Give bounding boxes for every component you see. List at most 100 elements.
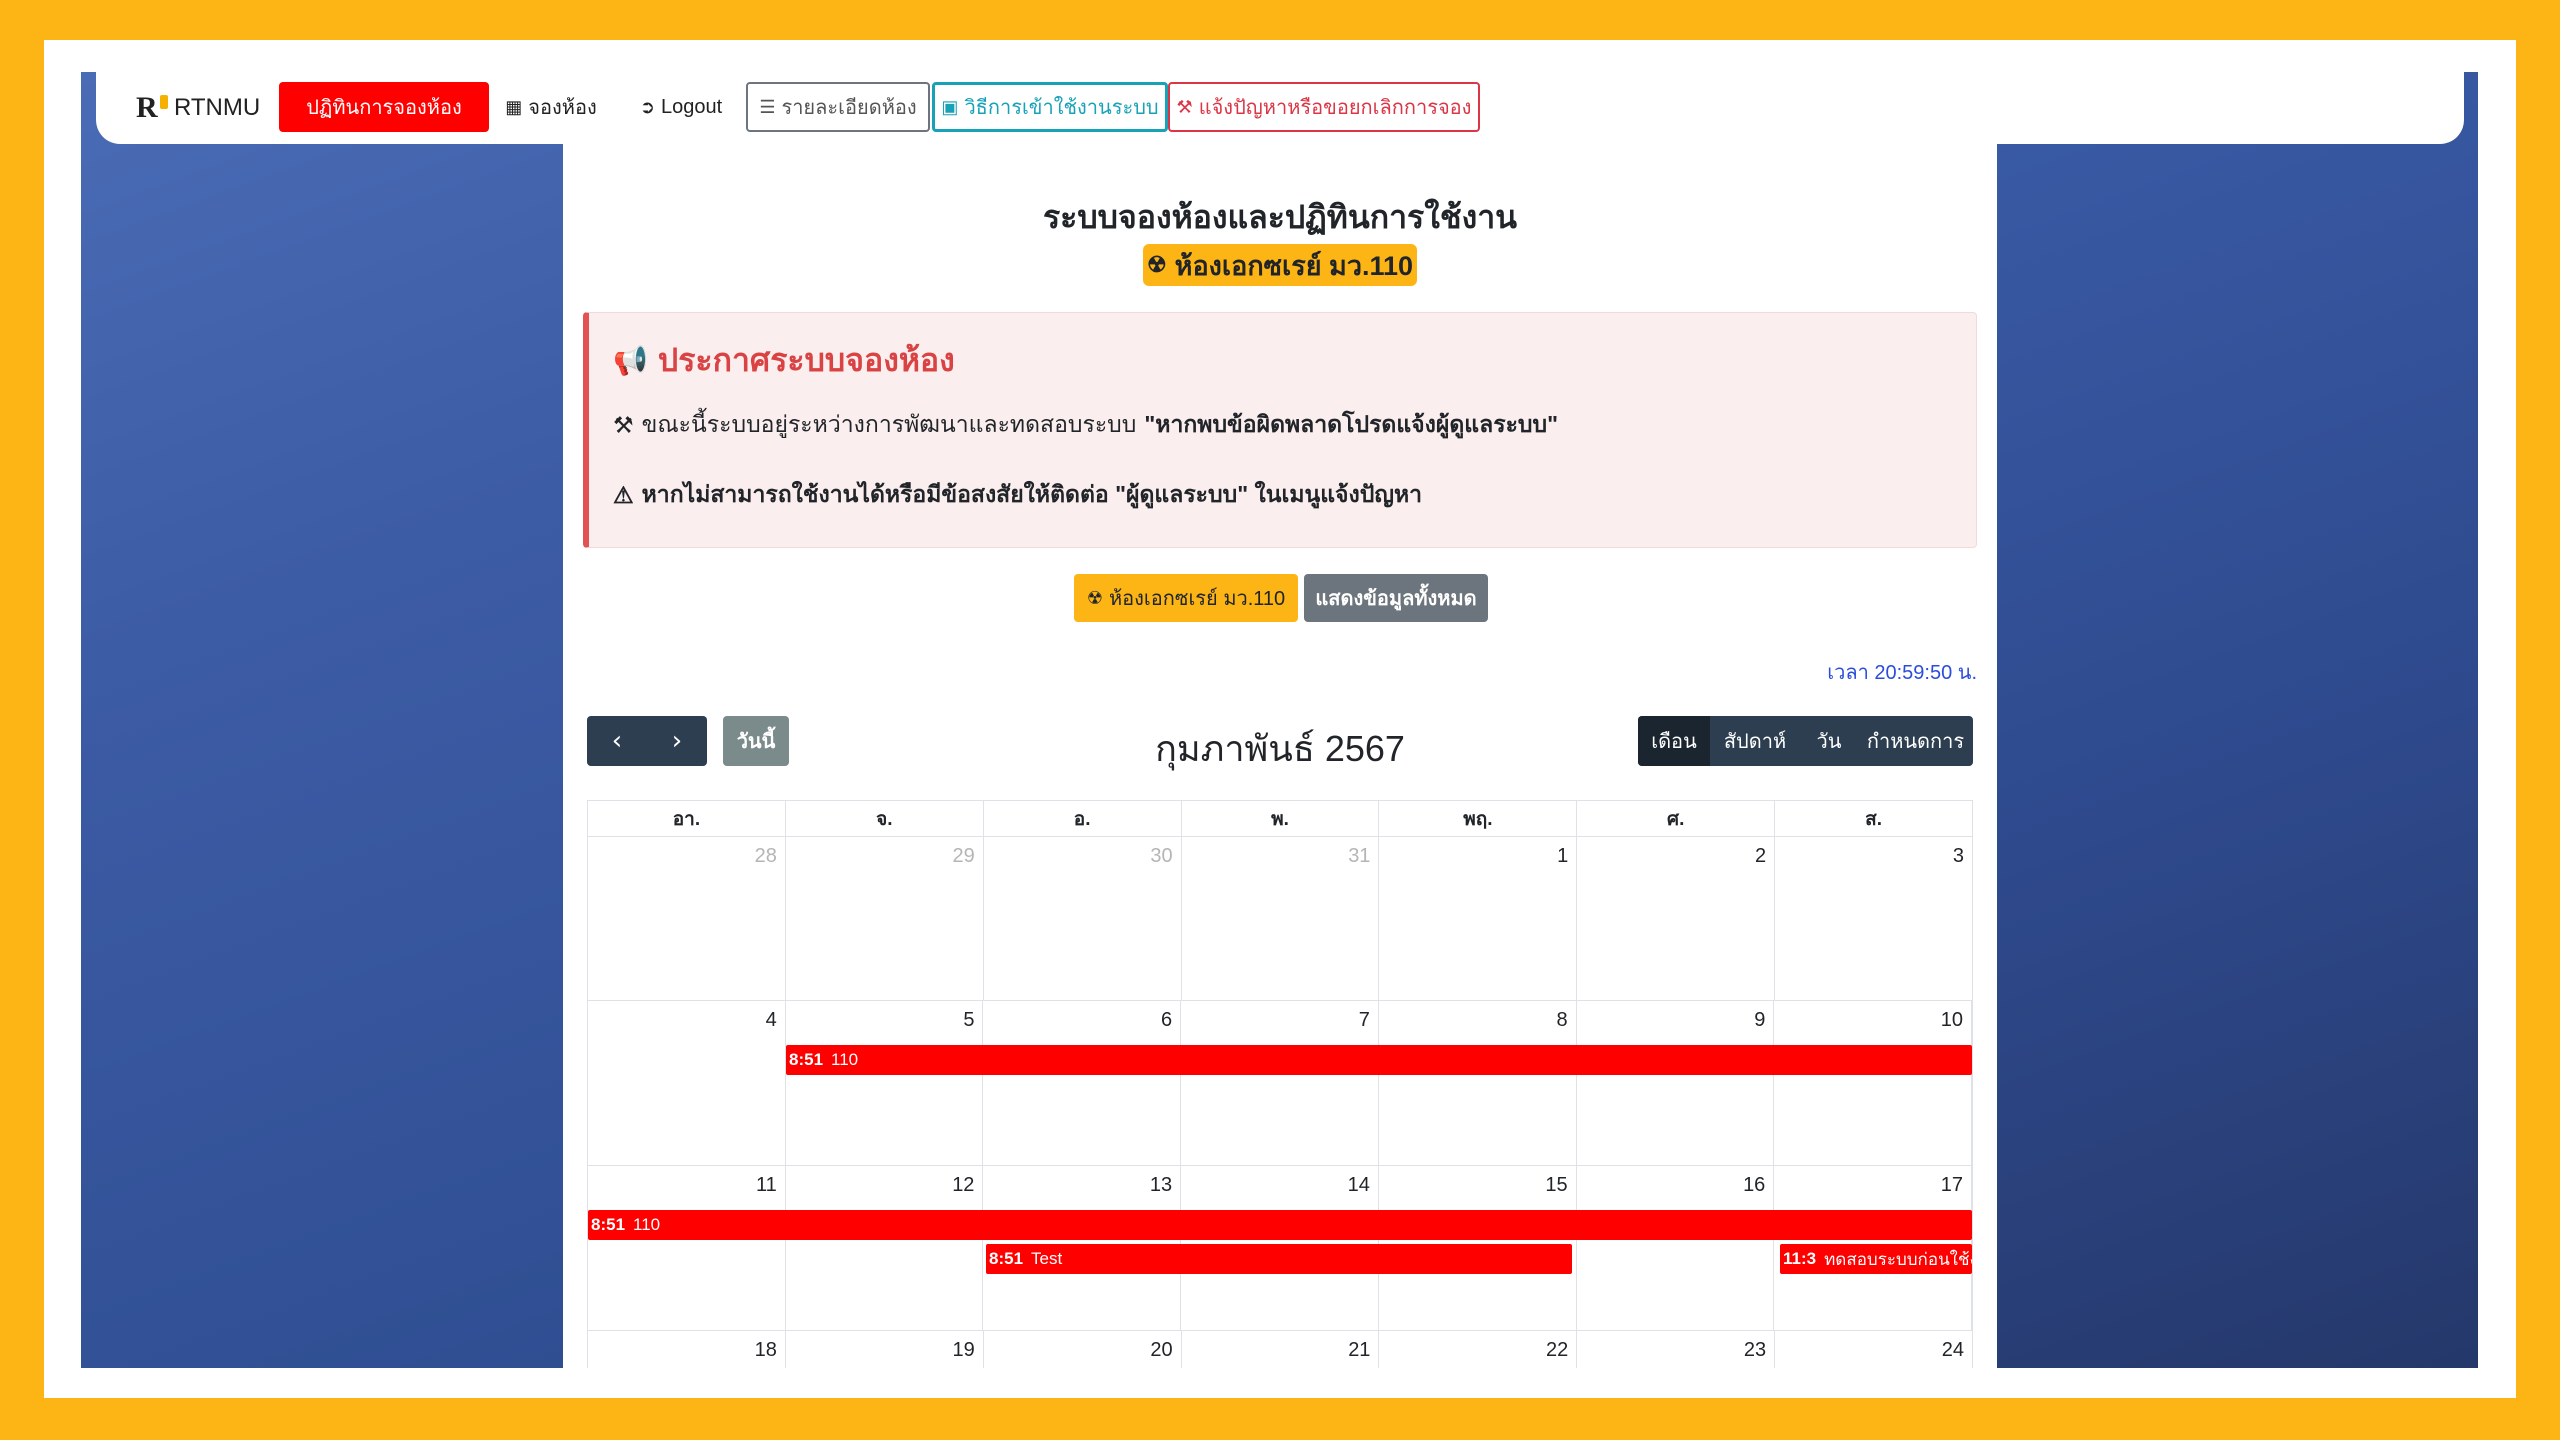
announcement-title: 📢 ประกาศระบบจองห้อง: [613, 335, 955, 386]
weekday-header-cell: ศ.: [1577, 801, 1776, 836]
nav-report-button[interactable]: ⚒ แจ้งปัญหาหรือขอยกเลิกการจอง: [1168, 82, 1480, 132]
nav-calendar-button[interactable]: ปฏิทินการจองห้อง: [279, 82, 489, 132]
background-left-panel: [81, 72, 563, 1368]
brand-logo-icon: R: [136, 91, 168, 125]
filter-show-all-label: แสดงข้อมูลทั้งหมด: [1315, 588, 1477, 610]
event-time: 11:3: [1783, 1249, 1817, 1268]
room-badge-label: ห้องเอกซเรย์ มว.110: [1174, 250, 1414, 281]
nav-logout-button[interactable]: ➲ Logout: [630, 82, 732, 132]
clock-readout: เวลา 20:59:50 น.: [1827, 662, 1977, 684]
calendar-grid: อา. จ. อ. พ. พฤ. ศ. ส. 28 29 30 31 1 2 3…: [587, 800, 1973, 1368]
view-week-button[interactable]: สัปดาห์: [1710, 716, 1800, 766]
nav-logout-label: Logout: [660, 95, 723, 118]
day-number: 3: [1952, 845, 1965, 867]
book-icon: ▣: [941, 97, 959, 117]
calendar-day-cell[interactable]: 28: [588, 837, 786, 1000]
radiation-icon: ☢: [1086, 588, 1103, 608]
day-number: 15: [1545, 1174, 1568, 1196]
announcement-title-text: ประกาศระบบจองห้อง: [657, 342, 955, 378]
calendar-day-cell[interactable]: 20: [984, 1331, 1182, 1368]
weekday-header-cell: พ.: [1182, 801, 1380, 836]
warning-icon: ⚠: [613, 481, 634, 508]
background-right-panel: [1997, 72, 2478, 1368]
view-agenda-button[interactable]: กำหนดการ: [1858, 716, 1973, 766]
day-number: 6: [1161, 1009, 1173, 1031]
calendar-week-row: 18 19 20 21 22 23 24: [587, 1331, 1973, 1368]
filter-room-label: ห้องเอกซเรย์ มว.110: [1108, 588, 1286, 610]
calendar-day-cell[interactable]: 12: [786, 1166, 984, 1330]
calendar-day-cell[interactable]: 23: [1577, 1331, 1776, 1368]
filter-show-all-button[interactable]: แสดงข้อมูลทั้งหมด: [1304, 574, 1488, 622]
calendar-day-cell[interactable]: 10: [1774, 1001, 1973, 1165]
room-badge: ☢ ห้องเอกซเรย์ มว.110: [1143, 244, 1417, 286]
calendar-day-cell[interactable]: 6: [983, 1001, 1182, 1165]
day-number: 31: [1348, 845, 1371, 867]
day-number: 7: [1358, 1009, 1370, 1031]
calendar-day-cell[interactable]: 18: [588, 1331, 786, 1368]
calendar-day-cell[interactable]: 16: [1577, 1166, 1775, 1330]
calendar-day-cell[interactable]: 2: [1577, 837, 1776, 1000]
calendar-day-cell[interactable]: 22: [1379, 1331, 1578, 1368]
sign-out-icon: ➲: [639, 97, 655, 117]
day-number: 8: [1556, 1009, 1568, 1031]
nav-book-label: จองห้อง: [528, 97, 597, 119]
calendar-day-cell[interactable]: 19: [786, 1331, 984, 1368]
view-day-button[interactable]: วัน: [1800, 716, 1858, 766]
calendar-event[interactable]: 11:3 ทดสอบระบบก่อนใช้งาน: [1780, 1244, 1972, 1274]
calendar-day-cell[interactable]: 21: [1182, 1331, 1380, 1368]
calendar-day-cell[interactable]: 9: [1577, 1001, 1775, 1165]
event-title: ทดสอบระบบก่อนใช้งาน: [1824, 1249, 1972, 1269]
calendar-day-cell[interactable]: 1: [1379, 837, 1578, 1000]
calendar-day-cell[interactable]: 5: [786, 1001, 984, 1165]
calendar-event[interactable]: 8:51 110: [786, 1045, 1972, 1075]
weekday-header-cell: จ.: [786, 801, 984, 836]
day-number: 16: [1743, 1174, 1766, 1196]
calendar-week-row: 11 12 13 14 15 16 17 8:51 110 8:51 Test …: [587, 1166, 1973, 1331]
day-number: 10: [1940, 1009, 1964, 1031]
filter-room-button[interactable]: ☢ ห้องเอกซเรย์ มว.110: [1074, 574, 1298, 622]
event-time: 8:51: [591, 1215, 626, 1234]
calendar-week-row: 28 29 30 31 1 2 3: [587, 836, 1973, 1001]
nav-book-button[interactable]: ▦ จองห้อง: [502, 82, 600, 132]
calendar-day-cell[interactable]: 24: [1775, 1331, 1972, 1368]
day-number: 20: [1150, 1339, 1173, 1361]
event-title: 110: [831, 1050, 859, 1069]
calendar-day-cell[interactable]: 3: [1775, 837, 1972, 1000]
day-number: 1: [1557, 845, 1569, 867]
wrench-icon: ⚒: [1176, 97, 1193, 117]
nav-room-details-button[interactable]: ☰ รายละเอียดห้อง: [746, 82, 930, 132]
weekday-header-cell: อ.: [984, 801, 1182, 836]
radiation-icon: ☢: [1146, 252, 1167, 277]
calendar-plus-icon: ▦: [505, 97, 523, 117]
day-number: 4: [765, 1009, 777, 1031]
calendar-event[interactable]: 8:51 110: [588, 1210, 1972, 1240]
calendar-event[interactable]: 8:51 Test: [986, 1244, 1572, 1274]
nav-howto-button[interactable]: ▣ วิธีการเข้าใช้งานระบบ: [932, 82, 1168, 132]
brand[interactable]: R RTNMU: [136, 90, 260, 126]
announcement-alert: 📢 ประกาศระบบจองห้อง ⚒ ขณะนี้ระบบอยู่ระหว…: [583, 312, 1977, 548]
calendar-weekday-header: อา. จ. อ. พ. พฤ. ศ. ส.: [587, 800, 1973, 836]
day-number: 23: [1743, 1339, 1767, 1361]
day-number: 29: [952, 845, 975, 867]
calendar-day-cell[interactable]: 11: [588, 1166, 786, 1330]
calendar-day-cell[interactable]: 29: [786, 837, 984, 1000]
weekday-header-cell: ส.: [1865, 808, 1883, 830]
nav-calendar-label: ปฏิทินการจองห้อง: [306, 97, 462, 119]
day-number: 11: [755, 1174, 777, 1196]
megaphone-icon: 📢: [613, 345, 648, 376]
brand-name: RTNMU: [174, 94, 261, 121]
event-time: 8:51: [789, 1050, 824, 1069]
announcement-line-2: ⚠ หากไม่สามารถใช้งานได้หรือมีข้อสงสัยให้…: [613, 477, 1422, 513]
page-title: ระบบจองห้องและปฏิทินการใช้งาน: [1042, 199, 1518, 235]
day-number: 18: [754, 1339, 777, 1361]
day-number: 21: [1348, 1339, 1371, 1361]
day-number: 14: [1347, 1174, 1370, 1196]
view-month-button[interactable]: เดือน: [1638, 716, 1710, 766]
calendar-day-cell[interactable]: 8: [1379, 1001, 1577, 1165]
calendar-day-cell[interactable]: 7: [1181, 1001, 1379, 1165]
nav-howto-label: วิธีการเข้าใช้งานระบบ: [964, 97, 1159, 119]
calendar-day-cell[interactable]: 30: [984, 837, 1182, 1000]
calendar-day-cell[interactable]: 4: [588, 1001, 786, 1165]
event-title: Test: [1031, 1249, 1063, 1268]
calendar-day-cell[interactable]: 31: [1182, 837, 1380, 1000]
